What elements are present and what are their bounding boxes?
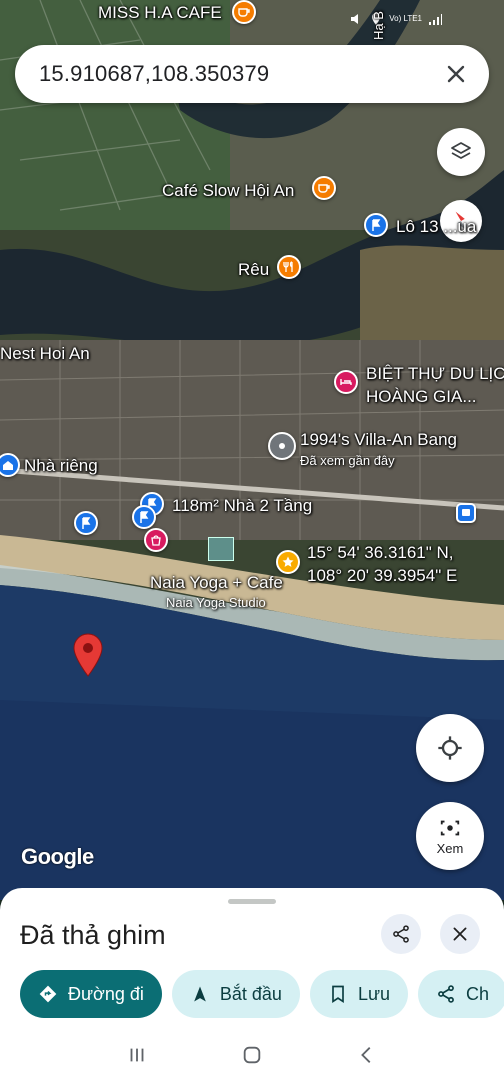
directions-icon [39,985,57,1003]
coordinate-label-lng: 108° 20' 39.3954" E [307,566,458,585]
directions-label: Đường đi [68,983,144,1004]
share-icon [393,925,409,943]
coordinate-label-lat: 15° 54' 36.3161" N, [307,543,454,562]
share-chip-label: Ch [466,983,490,1004]
layers-button[interactable] [437,128,485,176]
close-sheet-button[interactable] [440,914,480,954]
directions-button[interactable]: Đường đi [20,970,162,1018]
search-input[interactable]: 15.910687,108.350379 [39,61,443,87]
recent-place-icon[interactable] [268,432,296,460]
restaurant-icon[interactable] [277,255,301,279]
poi-label-cafe-slow[interactable]: Café Slow Hội An [162,181,294,201]
save-button[interactable]: Lưu [309,970,409,1018]
search-bar[interactable]: 15.910687,108.350379 [15,45,489,103]
poi-label-reu[interactable]: Rêu [238,260,269,280]
poi-label-lo13[interactable]: Lô 13 ...ua [396,217,476,237]
sheet-title: Đã thả ghim [20,920,166,950]
share-button[interactable] [381,914,421,954]
crosshair-icon [438,736,462,760]
lens-view-button[interactable]: Xem [416,802,484,870]
dropped-pin-icon[interactable] [70,632,106,678]
close-icon [453,927,467,941]
share-icon [438,985,454,1003]
building-marker [208,537,234,561]
poi-label-miss-ha-cafe[interactable]: MISS H.A CAFE [98,3,222,23]
status-icons: Vo) LTE1 [349,12,442,26]
camera-icon [440,820,460,835]
system-nav-bar [0,1030,504,1080]
poi-label-villa[interactable]: 1994's Villa-An Bang [300,430,457,450]
poi-label-nha-2-tang[interactable]: 118m² Nhà 2 Tầng [172,496,312,516]
google-logo: Google [21,844,94,869]
poi-label-biet-thu-2[interactable]: HOÀNG GIA... [366,387,477,407]
cafe-icon[interactable] [232,0,256,24]
bookmark-icon [332,985,344,1004]
close-icon[interactable] [443,61,469,87]
back-icon[interactable] [356,1044,378,1066]
home-button-icon[interactable] [241,1044,263,1066]
poi-label-biet-thu-1[interactable]: BIỆT THỰ DU LỊC [366,364,504,384]
network-label: Vo) LTE1 [389,14,422,23]
poi-sublabel-naia: Naia Yoga Studio [166,595,266,610]
parking-flag-icon[interactable] [364,213,388,237]
poi-label-nha-rieng[interactable]: Nhà riêng [24,456,98,476]
share-chip-button[interactable]: Ch [418,970,504,1018]
map-view[interactable]: Vo) LTE1 Hạ B MISS H.A CAFE 15.910687,10… [0,0,504,900]
parking-flag-icon[interactable] [132,505,156,529]
road-label: Hạ B [371,11,386,40]
bus-stop-icon[interactable] [456,503,476,523]
poi-label-nest[interactable]: Nest Hoi An [0,344,90,364]
recent-apps-icon[interactable] [126,1044,148,1066]
navigation-arrow-icon [194,986,206,1002]
poi-sublabel-villa: Đã xem gần đây [300,453,395,468]
signal-icon [429,14,442,25]
poi-label-naia[interactable]: Naia Yoga + Cafe [150,573,283,593]
parking-flag-icon[interactable] [74,511,98,535]
cafe-icon[interactable] [312,176,336,200]
mute-icon [351,14,359,24]
star-icon[interactable] [276,550,300,574]
start-button[interactable]: Bắt đầu [171,970,300,1018]
save-label: Lưu [357,983,391,1004]
my-location-button[interactable] [416,714,484,782]
lens-view-label: Xem [436,840,464,856]
drag-handle[interactable] [228,899,276,904]
hotel-icon[interactable] [334,370,358,394]
layers-icon [451,142,471,159]
start-label: Bắt đầu [219,983,282,1004]
shopping-icon[interactable] [144,528,168,552]
action-chips: Đường đi Bắt đầu Lưu Ch [20,970,504,1018]
